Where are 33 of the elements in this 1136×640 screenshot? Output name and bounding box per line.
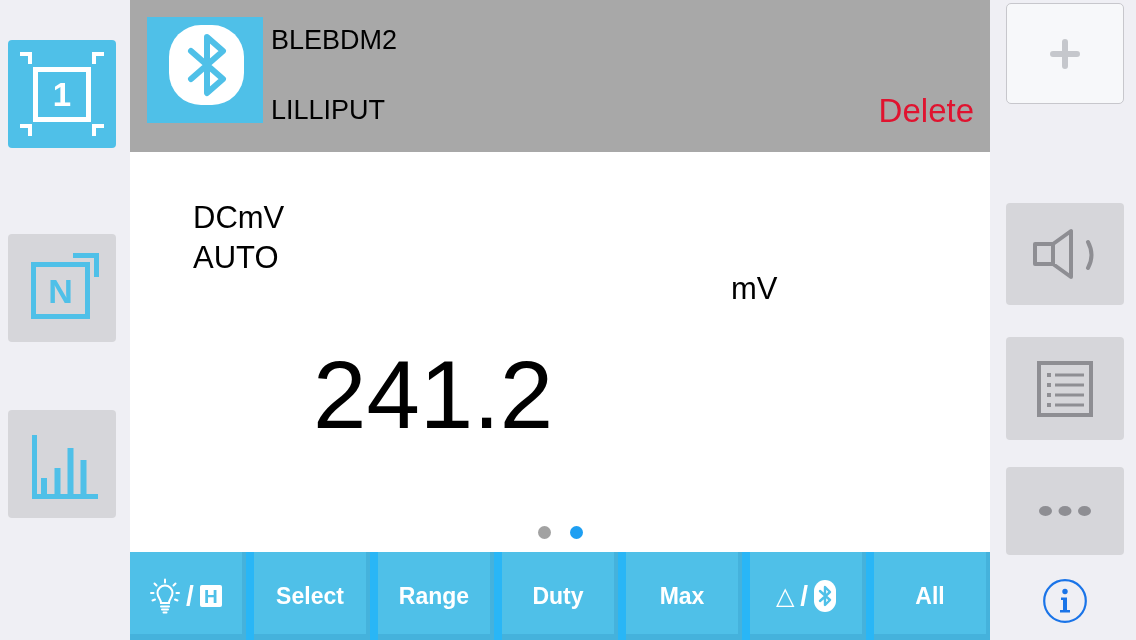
- page-dot[interactable]: [569, 526, 583, 539]
- info-icon[interactable]: [1043, 579, 1087, 623]
- more-button[interactable]: [1006, 467, 1124, 555]
- device-maker: LILLIPUT: [271, 95, 386, 125]
- bar-chart-icon: [32, 435, 98, 499]
- add-button[interactable]: [1006, 3, 1124, 104]
- page-dot[interactable]: [537, 526, 551, 539]
- more-icon: [1039, 505, 1091, 517]
- range-mode: AUTO: [193, 239, 279, 277]
- multi-view-button[interactable]: N: [8, 234, 116, 342]
- sound-button[interactable]: [1006, 203, 1124, 305]
- delete-button[interactable]: Delete: [878, 93, 974, 129]
- reading-value: 241.2: [313, 345, 554, 445]
- light-bulb-icon: [150, 578, 181, 614]
- unit-label: mV: [731, 274, 778, 304]
- list-icon: [1037, 360, 1093, 417]
- measure-mode: DCmV: [193, 199, 285, 237]
- toolbar-button[interactable]: All: [874, 552, 990, 640]
- toolbar-button[interactable]: Max: [626, 552, 742, 640]
- backlight-hold-button[interactable]: / H: [130, 552, 246, 640]
- device-name: BLEBDM2: [271, 25, 398, 55]
- log-button[interactable]: [1006, 337, 1124, 440]
- single-view-button[interactable]: 1: [8, 40, 116, 148]
- toolbar-button[interactable]: Range: [378, 552, 494, 640]
- bluetooth-icon: [814, 580, 837, 612]
- bluetooth-icon: [147, 17, 263, 123]
- stacked-squares-icon: [31, 253, 99, 319]
- delta-bluetooth-button[interactable]: △ /: [750, 552, 866, 640]
- toolbar-button[interactable]: Select: [254, 552, 370, 640]
- corner-brackets-icon: [20, 52, 104, 136]
- toolbar-button[interactable]: Duty: [502, 552, 618, 640]
- chart-view-button[interactable]: [8, 410, 116, 518]
- plus-icon: [1050, 38, 1080, 69]
